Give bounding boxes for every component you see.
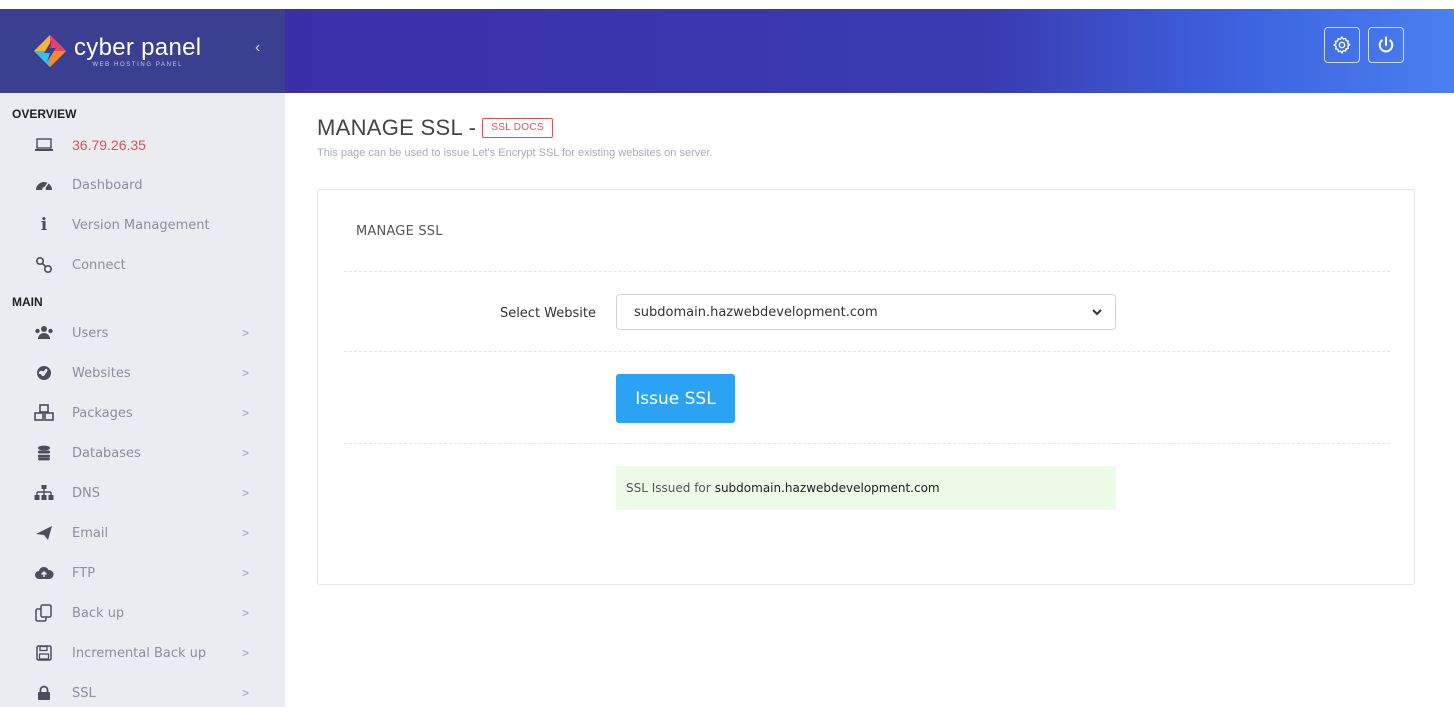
sidebar-item-databases[interactable]: Databases > [0,433,285,473]
cloud-upload-icon [34,563,54,583]
dashboard-icon [34,175,54,195]
issue-ssl-button[interactable]: Issue SSL [616,374,735,423]
ssl-docs-link[interactable]: SSL DOCS [482,118,553,138]
chevron-right-icon: > [242,486,250,500]
sidebar-item-ftp[interactable]: FTP > [0,553,285,593]
sidebar-item-packages[interactable]: Packages > [0,393,285,433]
sidebar-item-label: Databases [72,445,141,461]
page-title-text: MANAGE SSL - [317,115,477,140]
brand-area: cyber panel WEB HOSTING PANEL ‹ [0,9,285,93]
users-icon [34,323,54,343]
sidebar-item-label: SSL [72,685,96,701]
collapse-sidebar-icon[interactable]: ‹ [255,39,260,57]
sidebar-item-dns[interactable]: DNS > [0,473,285,513]
chevron-right-icon: > [242,406,250,420]
divider [344,351,1390,352]
cubes-icon [34,403,54,423]
chevron-right-icon: > [242,326,250,340]
gear-icon [1332,35,1351,55]
link-icon [34,255,54,275]
alert-domain: subdomain.hazwebdevelopment.com [714,481,940,495]
sidebar-item-users[interactable]: Users > [0,313,285,353]
chevron-right-icon: > [242,446,250,460]
laptop-icon [34,135,54,155]
chevron-right-icon: > [242,526,250,540]
sidebar-item-label: Back up [72,605,125,621]
chevron-down-icon [1092,309,1102,316]
info-icon: i [40,215,48,235]
sidebar-heading-main: MAIN [12,295,43,309]
save-icon [34,643,54,663]
sidebar-item-ssl[interactable]: SSL > [0,673,285,707]
power-icon [1378,36,1394,53]
sidebar-item-label: DNS [72,485,100,501]
sidebar-item-label: Dashboard [72,177,143,193]
lock-icon [34,683,54,703]
sidebar-item-label: Version Management [72,217,210,233]
success-alert: SSL Issued for subdomain.hazwebdevelopme… [616,466,1116,510]
sidebar-item-label: Incremental Back up [72,645,207,661]
sidebar-item-email[interactable]: Email > [0,513,285,553]
database-icon [34,443,54,463]
chevron-right-icon: > [242,566,250,580]
divider [344,271,1390,272]
sidebar: OVERVIEW 36.79.26.35 Dashboard i Version… [0,93,285,707]
sidebar-heading-overview: OVERVIEW [12,107,77,121]
top-bar: cyber panel WEB HOSTING PANEL ‹ [0,9,1454,93]
sidebar-item-label: Websites [72,365,131,381]
cyberpanel-logo-icon [34,35,66,67]
sidebar-item-label: Email [72,525,109,541]
page-description: This page can be used to issue Let's Enc… [317,147,713,159]
sidebar-item-version-management[interactable]: i Version Management [0,205,285,245]
brand-subtitle: WEB HOSTING PANEL [92,61,184,68]
sidebar-item-label: 36.79.26.35 [72,137,146,153]
logout-button[interactable] [1368,27,1404,63]
paper-plane-icon [34,523,54,543]
sidebar-item-label: Users [72,325,109,341]
chevron-right-icon: > [242,606,250,620]
website-select-value: subdomain.hazwebdevelopment.com [634,304,878,320]
sidebar-item-websites[interactable]: Websites > [0,353,285,393]
sidebar-item-incremental-backup[interactable]: Incremental Back up > [0,633,285,673]
header-bar [285,9,1454,93]
select-website-label: Select Website [499,306,596,321]
manage-ssl-panel: MANAGE SSL Select Website subdomain.hazw… [317,189,1415,585]
globe-icon [34,363,54,383]
panel-title: MANAGE SSL [356,224,443,239]
website-select[interactable]: subdomain.hazwebdevelopment.com [616,294,1116,330]
copy-icon [34,603,54,623]
chevron-right-icon: > [242,646,250,660]
sidebar-item-server-ip[interactable]: 36.79.26.35 [0,125,285,165]
alert-prefix: SSL Issued for [626,481,711,495]
sidebar-item-backup[interactable]: Back up > [0,593,285,633]
sitemap-icon [34,483,54,503]
main-content: MANAGE SSL - SSL DOCS This page can be u… [285,93,1454,707]
sidebar-item-label: FTP [72,565,96,581]
sidebar-item-label: Packages [72,405,133,421]
page-title: MANAGE SSL - SSL DOCS [317,115,553,141]
sidebar-item-dashboard[interactable]: Dashboard [0,165,285,205]
settings-button[interactable] [1324,27,1360,63]
brand-name: cyber panel [74,33,202,61]
chevron-right-icon: > [242,366,250,380]
divider [344,443,1390,444]
chevron-right-icon: > [242,686,250,700]
sidebar-item-connect[interactable]: Connect [0,245,285,285]
sidebar-item-label: Connect [72,257,126,273]
brand-text: cyber panel WEB HOSTING PANEL [74,33,202,68]
